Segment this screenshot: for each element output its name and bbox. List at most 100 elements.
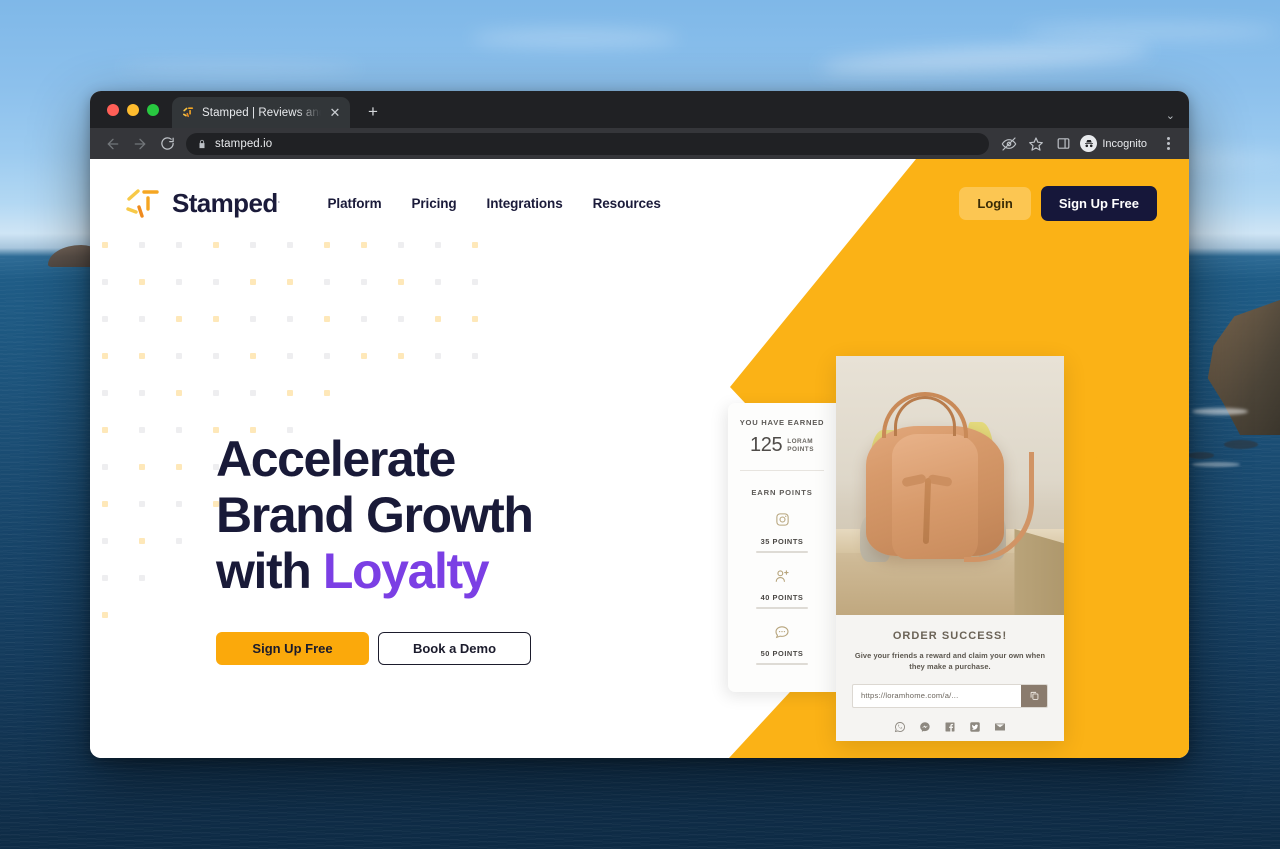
product-image bbox=[836, 356, 1064, 615]
sea-foam bbox=[1192, 462, 1240, 467]
cloud bbox=[470, 30, 680, 46]
order-success-card: ORDER SUCCESS! Give your friends a rewar… bbox=[836, 356, 1064, 741]
page-title: Accelerate Brand Growth with Loyalty bbox=[216, 431, 686, 599]
back-icon[interactable] bbox=[100, 131, 126, 157]
social-share-row bbox=[852, 721, 1048, 741]
close-window-button[interactable] bbox=[107, 104, 119, 116]
hero-cta-group: Sign Up Free Book a Demo bbox=[216, 632, 686, 665]
hero-line-3-accent: Loyalty bbox=[322, 543, 490, 599]
star-icon[interactable] bbox=[1023, 131, 1049, 157]
share-url-row[interactable]: https://loramhome.com/a/... bbox=[852, 683, 1048, 708]
order-success-subtitle: Give your friends a reward and claim you… bbox=[854, 651, 1046, 672]
side-panel-icon[interactable] bbox=[1050, 131, 1076, 157]
pattern-dot bbox=[213, 316, 219, 322]
pattern-dot bbox=[361, 353, 367, 359]
pattern-dot bbox=[139, 390, 145, 396]
address-bar[interactable]: stamped.io bbox=[186, 132, 990, 155]
cloud bbox=[120, 62, 360, 74]
maximize-window-button[interactable] bbox=[147, 104, 159, 116]
browser-tab[interactable]: Stamped | Reviews and Loyalty ✕ bbox=[172, 97, 350, 128]
incognito-icon bbox=[1080, 135, 1098, 152]
pattern-dot bbox=[176, 390, 182, 396]
book-demo-button[interactable]: Book a Demo bbox=[378, 632, 531, 665]
whatsapp-icon[interactable] bbox=[894, 721, 906, 733]
brand-name: Stamped. bbox=[172, 187, 280, 218]
pattern-dot bbox=[139, 464, 145, 470]
pattern-dot bbox=[213, 353, 219, 359]
pattern-dot bbox=[287, 353, 293, 359]
pattern-dot bbox=[250, 390, 256, 396]
header-signup-button[interactable]: Sign Up Free bbox=[1040, 185, 1157, 221]
pattern-dot bbox=[102, 575, 108, 581]
pattern-dot bbox=[472, 353, 478, 359]
pattern-dot bbox=[250, 316, 256, 322]
pattern-dot bbox=[324, 353, 330, 359]
pattern-dot bbox=[398, 353, 404, 359]
pattern-dot bbox=[435, 353, 441, 359]
loyalty-points-widget: YOU HAVE EARNED 125 LORAM POINTS EARN PO… bbox=[728, 403, 836, 692]
earn-action-refer[interactable]: 40 POINTS bbox=[736, 567, 828, 609]
eye-slash-icon[interactable] bbox=[996, 131, 1022, 157]
copy-icon[interactable] bbox=[1021, 684, 1047, 707]
close-tab-icon[interactable]: ✕ bbox=[327, 105, 343, 121]
rock bbox=[1224, 440, 1258, 449]
pattern-dot bbox=[287, 316, 293, 322]
kebab-menu-icon[interactable] bbox=[1157, 131, 1179, 157]
hero-line-2: Brand Growth bbox=[216, 487, 534, 543]
facebook-icon[interactable] bbox=[944, 721, 956, 733]
hero-signup-button[interactable]: Sign Up Free bbox=[216, 632, 369, 665]
main-nav: Platform Pricing Integrations Resources bbox=[328, 196, 661, 211]
pattern-dot bbox=[361, 279, 367, 285]
pattern-dot bbox=[213, 279, 219, 285]
pattern-dot bbox=[324, 316, 330, 322]
pattern-dot bbox=[472, 279, 478, 285]
chat-bubble-icon bbox=[774, 623, 791, 640]
nav-item-pricing[interactable]: Pricing bbox=[411, 196, 456, 211]
share-url-input[interactable]: https://loramhome.com/a/... bbox=[853, 685, 1021, 707]
pattern-dot bbox=[176, 501, 182, 507]
reload-icon[interactable] bbox=[154, 131, 180, 157]
hero-line-1: Accelerate bbox=[216, 431, 456, 487]
pattern-dot bbox=[250, 279, 256, 285]
pattern-dot bbox=[102, 464, 108, 470]
window-controls[interactable] bbox=[107, 104, 159, 116]
pattern-dot bbox=[139, 501, 145, 507]
forward-icon[interactable] bbox=[127, 131, 153, 157]
nav-item-resources[interactable]: Resources bbox=[593, 196, 661, 211]
chevron-down-icon[interactable]: ⌄ bbox=[1166, 109, 1175, 122]
pattern-dot bbox=[435, 279, 441, 285]
pattern-dot bbox=[324, 279, 330, 285]
earn-action-instagram[interactable]: 35 POINTS bbox=[736, 511, 828, 553]
hero-line-3-prefix: with bbox=[216, 543, 323, 599]
header-actions: Login Sign Up Free bbox=[959, 185, 1157, 221]
url-text: stamped.io bbox=[215, 137, 273, 150]
cloud bbox=[1020, 24, 1280, 38]
minimize-window-button[interactable] bbox=[127, 104, 139, 116]
pattern-dot bbox=[472, 316, 478, 322]
messenger-icon[interactable] bbox=[919, 721, 931, 733]
nav-item-integrations[interactable]: Integrations bbox=[487, 196, 563, 211]
pattern-dot bbox=[176, 538, 182, 544]
email-icon[interactable] bbox=[994, 721, 1006, 733]
divider bbox=[740, 470, 824, 471]
pattern-dot bbox=[176, 316, 182, 322]
profile-indicator[interactable]: Incognito bbox=[1077, 133, 1156, 155]
page-viewport: Stamped. Platform Pricing Integrations R… bbox=[90, 159, 1189, 758]
login-button[interactable]: Login bbox=[959, 186, 1031, 220]
pattern-dot bbox=[361, 316, 367, 322]
pattern-dot bbox=[139, 575, 145, 581]
hero-section: Accelerate Brand Growth with Loyalty Sig… bbox=[216, 431, 686, 665]
nav-item-platform[interactable]: Platform bbox=[328, 196, 382, 211]
twitter-icon[interactable] bbox=[969, 721, 981, 733]
pattern-dot bbox=[102, 279, 108, 285]
order-success-body: ORDER SUCCESS! Give your friends a rewar… bbox=[836, 615, 1064, 741]
points-widget-title: YOU HAVE EARNED bbox=[739, 418, 825, 427]
sea-foam bbox=[1192, 408, 1248, 415]
pattern-dot bbox=[139, 353, 145, 359]
new-tab-button[interactable]: + bbox=[362, 101, 384, 123]
lock-icon bbox=[197, 139, 207, 149]
earn-action-review[interactable]: 50 POINTS bbox=[736, 623, 828, 665]
brand-logo[interactable]: Stamped. bbox=[123, 185, 280, 221]
rock bbox=[1188, 452, 1214, 459]
pattern-dot bbox=[139, 427, 145, 433]
